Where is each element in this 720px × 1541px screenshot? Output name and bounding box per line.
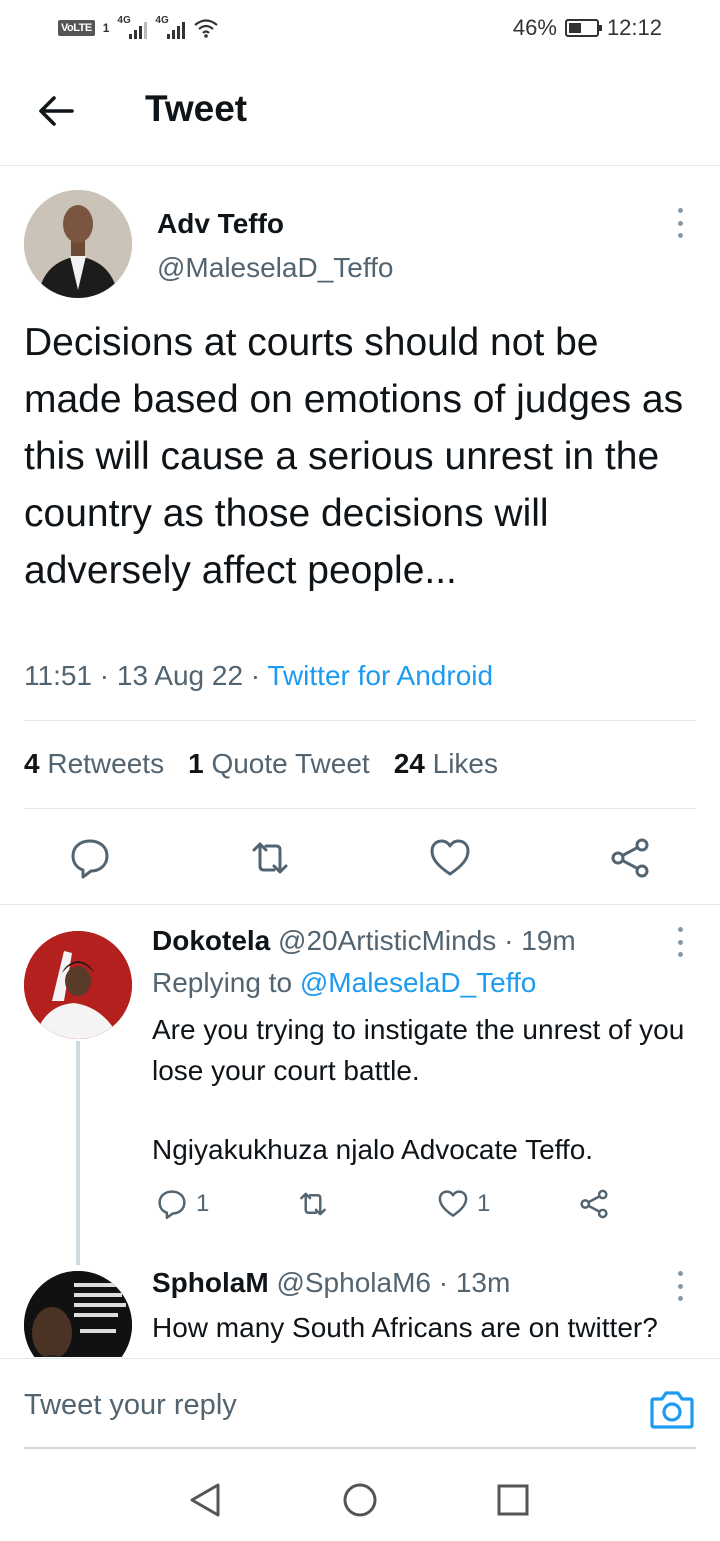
avatar-image [24,1271,132,1357]
reply-input[interactable]: Tweet your reply [24,1389,237,1422]
reply-icon[interactable] [68,836,112,880]
sim-index: 1 [102,21,110,35]
avatar-image [24,190,132,298]
tweet-text: Decisions at courts should not be made b… [24,321,684,592]
share-icon [580,1189,608,1219]
reply-button[interactable]: 1 [156,1188,209,1220]
retweets-stat[interactable]: 4 Retweets [24,748,164,780]
camera-icon[interactable] [648,1387,696,1431]
quote-tweets-stat[interactable]: 1 Quote Tweet [188,748,370,780]
thread-line [76,1041,80,1265]
quotes-count: 1 [188,748,204,779]
like-heart-icon [438,1190,468,1217]
tweet-actions [0,824,720,904]
likes-label: Likes [432,748,499,779]
battery-percent: 46% [512,15,557,40]
like-heart-icon[interactable] [428,836,472,880]
clock: 12:12 [606,15,662,40]
reply-author-name[interactable]: SpholaM [152,1267,269,1298]
retweet-icon[interactable] [248,836,292,880]
avatar[interactable] [24,190,132,298]
likes-stat[interactable]: 24 Likes [394,748,498,780]
replies-list: Dokotela @20ArtisticMinds · 19m Replying… [0,905,720,1357]
reply-text-line2: Ngiyakukhuza njalo Advocate Teffo. [152,1134,594,1165]
reply-author-name[interactable]: Dokotela [152,925,270,956]
reply-author-handle[interactable]: @20ArtisticMinds [278,925,496,956]
volte-badge: VoLTE [58,20,95,36]
meta-separator: · [243,660,268,691]
meta-separator: · [92,660,117,691]
tweet-meta: 11:51 · 13 Aug 22 · Twitter for Android [24,660,493,692]
reply-tweet[interactable]: Dokotela @20ArtisticMinds · 19m Replying… [0,905,720,1265]
status-bar: VoLTE 1 4G 4G 46% 12:12 [0,0,720,56]
network-type-1: 4G [117,15,131,26]
arrow-left-icon[interactable] [36,90,78,132]
tweet-stats: 4 Retweets 1 Quote Tweet 24 Likes [24,748,498,780]
reply-time: 19m [521,925,576,956]
signal-icon-2: 4G [155,15,186,39]
quotes-label: Quote Tweet [211,748,370,779]
network-type-2: 4G [155,15,169,26]
reply-tweet[interactable]: SpholaM @SpholaM6 · 13m How many South A… [0,1267,720,1357]
share-button[interactable] [578,1188,610,1220]
tweet-date: 13 Aug 22 [116,660,244,691]
meta-separator: · [430,1267,456,1298]
system-nav-bar [0,1450,720,1541]
tweet-time: 11:51 [24,660,92,691]
replying-to-handle[interactable]: @MaleselaD_Teffo [300,967,536,998]
retweet-icon [300,1192,326,1216]
status-right: 46% 12:12 [513,15,662,41]
like-button[interactable]: 1 [437,1188,490,1220]
reply-header: SpholaM @SpholaM6 · 13m [152,1267,510,1299]
author-name[interactable]: Adv Teffo [157,208,284,240]
battery-icon [564,19,602,37]
status-left: VoLTE 1 4G 4G [58,15,219,39]
meta-separator: · [496,925,522,956]
divider [24,720,696,721]
reply-composer: Tweet your reply [0,1358,720,1449]
signal-icon-1: 4G [117,15,148,39]
divider [24,808,696,809]
tweet-source-link[interactable]: Twitter for Android [267,660,493,691]
nav-recents-icon[interactable] [493,1480,533,1520]
more-options-icon[interactable] [675,927,685,957]
replying-to: Replying to @MaleselaD_Teffo [152,967,536,999]
more-options-icon[interactable] [675,1271,685,1301]
reply-input-underline [24,1447,696,1449]
likes-count: 24 [393,748,425,779]
avatar[interactable] [24,931,132,1039]
reply-author-handle[interactable]: @SpholaM6 [276,1267,431,1298]
reply-count: 1 [196,1190,210,1217]
retweets-count: 4 [24,748,40,779]
replying-to-prefix: Replying to [152,967,293,998]
reply-icon [158,1190,186,1220]
like-count: 1 [477,1190,491,1217]
avatar-image [24,931,132,1039]
more-options-icon[interactable] [675,208,685,238]
reply-text: How many South Africans are on twitter?T… [152,1312,658,1357]
retweets-label: Retweets [47,748,165,779]
app-header: Tweet [0,56,720,166]
share-icon[interactable] [608,836,652,880]
nav-home-icon[interactable] [340,1480,380,1520]
avatar[interactable] [24,1271,132,1357]
retweet-button[interactable] [296,1188,330,1220]
reply-header: Dokotela @20ArtisticMinds · 19m [152,925,576,957]
reply-time: 13m [455,1267,511,1298]
page-title: Tweet [145,88,248,129]
reply-text: Are you trying to instigate the unrest o… [152,1014,685,1086]
wifi-icon [194,19,219,38]
nav-back-icon[interactable] [186,1480,226,1520]
author-handle[interactable]: @MaleselaD_Teffo [157,252,393,284]
